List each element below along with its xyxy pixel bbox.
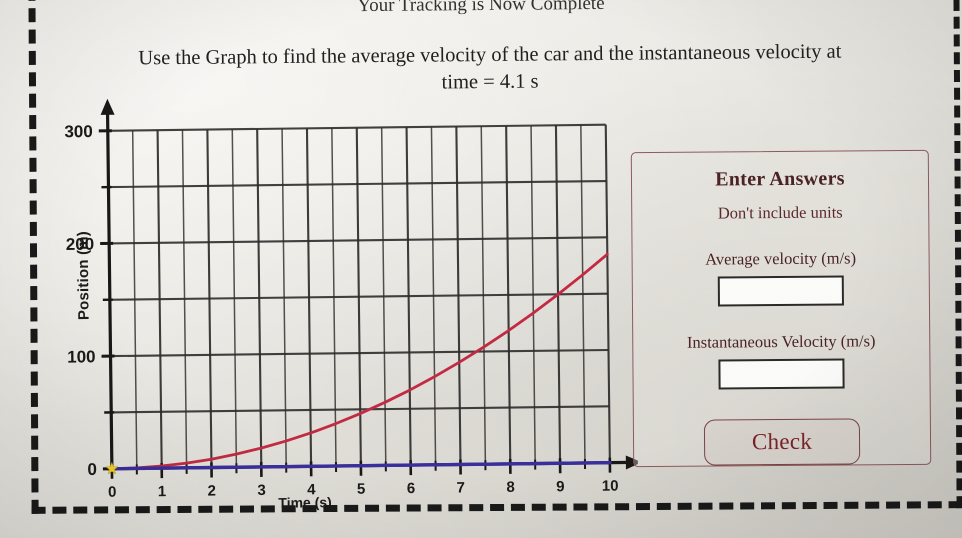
svg-text:7: 7: [456, 479, 465, 496]
check-button[interactable]: Check: [703, 418, 861, 466]
gridlines: [106, 123, 611, 470]
svg-text:0: 0: [108, 484, 117, 501]
instantaneous-velocity-input[interactable]: [718, 358, 845, 390]
svg-text:9: 9: [556, 478, 565, 495]
svg-text:5: 5: [357, 481, 366, 498]
svg-text:6: 6: [407, 480, 416, 497]
svg-text:0: 0: [87, 460, 97, 479]
question-prompt: Use the Graph to find the average veloci…: [55, 38, 925, 100]
svg-text:4: 4: [307, 481, 316, 498]
svg-text:200: 200: [66, 235, 95, 254]
answer-panel: Enter Answers Don't include units Averag…: [630, 149, 932, 468]
average-velocity-input[interactable]: [717, 275, 844, 307]
screenshot-root: Your Tracking is Now Complete Use the Gr…: [0, 0, 962, 538]
average-velocity-label: Average velocity (m/s): [705, 248, 857, 269]
svg-text:100: 100: [67, 347, 96, 366]
answer-panel-subtitle: Don't include units: [717, 202, 843, 223]
question-prompt-line-1: Use the Graph to find the average veloci…: [138, 40, 842, 70]
position-time-graph: Position (m) Time (s) 0 100 200 300 0 1 2 3 4 5 6 7…: [33, 92, 639, 529]
svg-text:3: 3: [257, 482, 266, 499]
svg-text:300: 300: [64, 122, 93, 141]
svg-text:2: 2: [208, 482, 217, 499]
plot-area: 0 100 200 300 0 1 2 3 4 5 6 7 8 9 10: [64, 98, 639, 501]
answer-panel-title: Enter Answers: [715, 167, 845, 191]
svg-text:1: 1: [158, 483, 167, 500]
svg-text:8: 8: [506, 479, 515, 496]
instantaneous-velocity-label: Instantaneous Velocity (m/s): [686, 331, 876, 352]
svg-text:10: 10: [602, 478, 619, 495]
